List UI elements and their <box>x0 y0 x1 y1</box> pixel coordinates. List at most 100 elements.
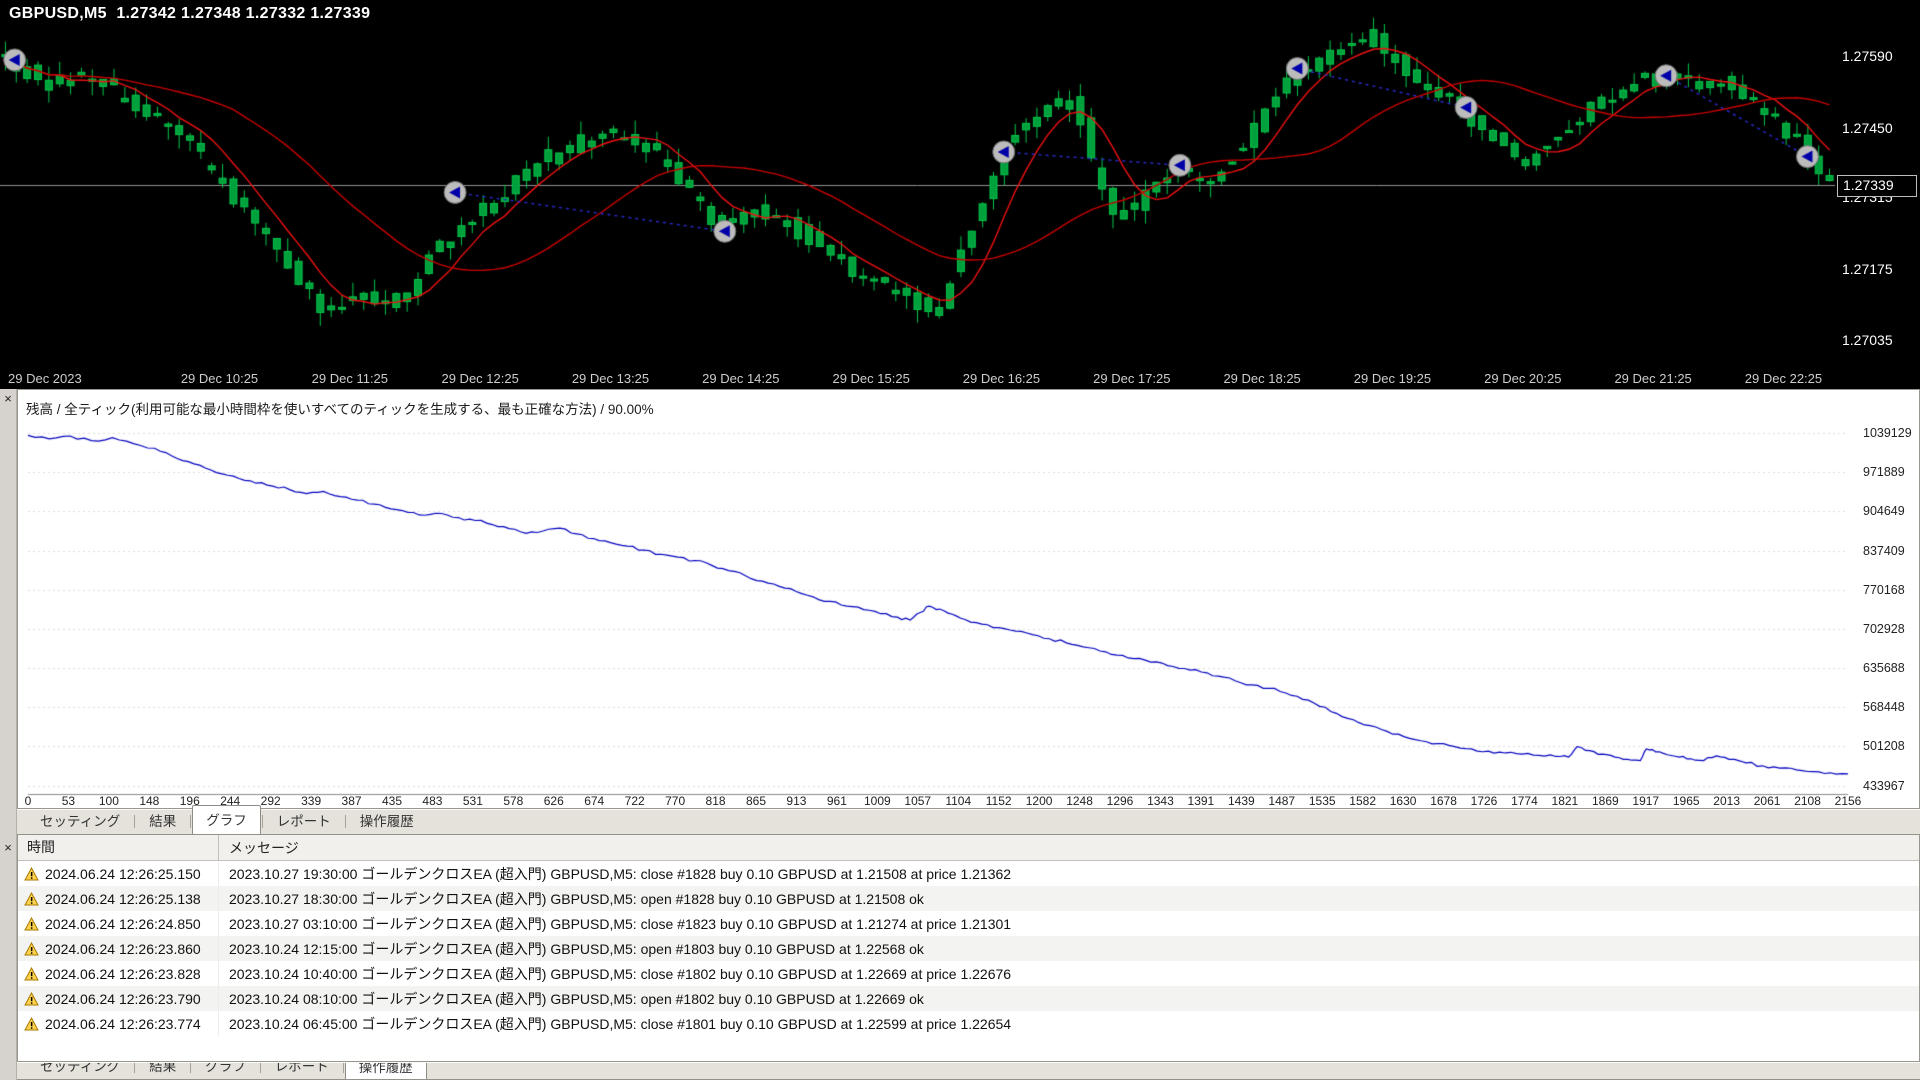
price-axis-label: 1.27450 <box>1842 120 1893 136</box>
balance-y-axis-label: 904649 <box>1863 504 1920 518</box>
balance-graph-title: 残高 / 全ティック(利用可能な最小時間枠を使いすべてのティックを生成する、最も… <box>26 398 654 418</box>
balance-x-axis-label: 1200 <box>1026 794 1053 808</box>
balance-y-axis-label: 770168 <box>1863 583 1920 597</box>
balance-x-axis-label: 53 <box>62 794 75 808</box>
journal-time: 2024.06.24 12:26:23.828 <box>45 966 201 982</box>
journal-time: 2024.06.24 12:26:23.860 <box>45 941 201 957</box>
warning-icon <box>24 917 39 931</box>
time-axis-label: 29 Dec 19:25 <box>1354 371 1431 386</box>
time-axis-label: 29 Dec 15:25 <box>832 371 909 386</box>
balance-x-axis-label: 2013 <box>1713 794 1740 808</box>
tab-settings[interactable]: セッティング <box>27 1062 133 1079</box>
time-axis-label: 29 Dec 14:25 <box>702 371 779 386</box>
tab-separator <box>262 815 263 828</box>
warning-icon <box>24 892 39 906</box>
tester-tabbar-graph: セッティング結果グラフレポート操作履歴 <box>17 809 1920 835</box>
tab-report[interactable]: レポート <box>262 1062 342 1079</box>
balance-x-axis-label: 1487 <box>1268 794 1295 808</box>
balance-x-axis-label: 148 <box>139 794 159 808</box>
time-axis-label: 29 Dec 11:25 <box>312 371 388 386</box>
balance-x-axis-label: 913 <box>786 794 806 808</box>
warning-icon <box>24 967 39 981</box>
balance-x-axis-label: 1726 <box>1471 794 1498 808</box>
tab-settings[interactable]: セッティング <box>27 807 133 834</box>
journal-row[interactable]: 2024.06.24 12:26:23.828 2023.10.24 10:40… <box>18 961 1919 986</box>
balance-x-axis-label: 100 <box>99 794 119 808</box>
journal-panel: 時間 メッセージ 2024.06.24 12:26:25.150 2023.10… <box>17 835 1920 1062</box>
close-graph-panel-button[interactable]: × <box>1 392 15 406</box>
balance-y-axis-label: 501208 <box>1863 739 1920 753</box>
tab-separator <box>190 1062 191 1073</box>
price-axis[interactable]: 1.27339 1.275901.274501.273151.271751.27… <box>1835 0 1920 368</box>
balance-x-axis-label: 1774 <box>1511 794 1538 808</box>
time-axis-label: 29 Dec 10:25 <box>181 371 258 386</box>
tab-graph[interactable]: グラフ <box>192 1062 259 1079</box>
journal-message: 2023.10.27 03:10:00 ゴールデンクロスEA (超入門) GBP… <box>219 914 1919 934</box>
balance-x-axis-label: 961 <box>827 794 847 808</box>
balance-x-axis-label: 770 <box>665 794 685 808</box>
balance-x-axis-label: 292 <box>261 794 281 808</box>
balance-x-axis-label: 578 <box>503 794 523 808</box>
journal-rows: 2024.06.24 12:26:25.150 2023.10.27 19:30… <box>18 861 1919 1036</box>
journal-header: 時間 メッセージ <box>18 835 1919 861</box>
journal-row[interactable]: 2024.06.24 12:26:24.850 2023.10.27 03:10… <box>18 911 1919 936</box>
price-axis-label: 1.27590 <box>1842 48 1893 64</box>
price-chart-canvas[interactable] <box>0 0 1835 368</box>
balance-x-axis-label: 339 <box>301 794 321 808</box>
balance-x-axis-label: 1057 <box>904 794 931 808</box>
balance-x-axis-label: 387 <box>342 794 362 808</box>
warning-icon <box>24 942 39 956</box>
tab-results[interactable]: 結果 <box>136 807 189 834</box>
time-axis-label: 29 Dec 22:25 <box>1745 371 1822 386</box>
journal-message: 2023.10.27 18:30:00 ゴールデンクロスEA (超入門) GBP… <box>219 889 1919 909</box>
balance-x-axis-label: 1104 <box>945 794 971 808</box>
balance-x-axis-label: 1296 <box>1107 794 1134 808</box>
journal-time: 2024.06.24 12:26:25.138 <box>45 891 201 907</box>
time-axis-label: 29 Dec 16:25 <box>963 371 1040 386</box>
balance-x-axis-label: 2156 <box>1835 794 1862 808</box>
tab-separator <box>134 815 135 828</box>
balance-x-axis-label: 1248 <box>1066 794 1093 808</box>
balance-x-axis-label: 1821 <box>1552 794 1579 808</box>
tester-tabbar-journal: セッティング結果グラフレポート操作履歴 <box>17 1062 1920 1080</box>
tab-separator <box>345 815 346 828</box>
tab-report[interactable]: レポート <box>264 807 344 834</box>
balance-x-axis-label: 1630 <box>1390 794 1417 808</box>
journal-column-message[interactable]: メッセージ <box>219 838 299 858</box>
balance-x-axis-label: 722 <box>625 794 645 808</box>
time-axis-label: 29 Dec 12:25 <box>441 371 518 386</box>
time-axis-label: 29 Dec 21:25 <box>1614 371 1691 386</box>
balance-y-axis-label: 635688 <box>1863 661 1920 675</box>
tab-journal[interactable]: 操作履歴 <box>347 807 427 834</box>
balance-x-axis-label: 1343 <box>1147 794 1174 808</box>
journal-row[interactable]: 2024.06.24 12:26:23.790 2023.10.24 08:10… <box>18 986 1919 1011</box>
journal-row[interactable]: 2024.06.24 12:26:25.138 2023.10.27 18:30… <box>18 886 1919 911</box>
close-journal-panel-button[interactable]: × <box>1 841 15 855</box>
journal-row[interactable]: 2024.06.24 12:26:23.774 2023.10.24 06:45… <box>18 1011 1919 1036</box>
tab-separator <box>134 1062 135 1073</box>
journal-time: 2024.06.24 12:26:25.150 <box>45 866 201 882</box>
balance-graph-panel: 残高 / 全ティック(利用可能な最小時間枠を使いすべてのティックを生成する、最も… <box>17 389 1920 809</box>
balance-x-axis-label: 1152 <box>986 794 1012 808</box>
journal-message: 2023.10.24 06:45:00 ゴールデンクロスEA (超入門) GBP… <box>219 1014 1919 1034</box>
journal-column-time[interactable]: 時間 <box>18 835 219 860</box>
journal-message: 2023.10.24 12:15:00 ゴールデンクロスEA (超入門) GBP… <box>219 939 1919 959</box>
balance-graph-canvas[interactable] <box>18 390 1919 808</box>
tab-separator <box>190 815 191 828</box>
tab-graph[interactable]: グラフ <box>192 805 261 834</box>
journal-row[interactable]: 2024.06.24 12:26:25.150 2023.10.27 19:30… <box>18 861 1919 886</box>
warning-icon <box>24 1017 39 1031</box>
balance-x-axis-label: 483 <box>422 794 442 808</box>
journal-time: 2024.06.24 12:26:24.850 <box>45 916 201 932</box>
journal-row[interactable]: 2024.06.24 12:26:23.860 2023.10.24 12:15… <box>18 936 1919 961</box>
balance-x-axis-label: 1582 <box>1349 794 1376 808</box>
balance-x-axis-label: 626 <box>544 794 564 808</box>
balance-x-axis-label: 1678 <box>1430 794 1457 808</box>
time-axis[interactable]: 29 Dec 202329 Dec 10:2529 Dec 11:2529 De… <box>0 368 1920 389</box>
tab-results[interactable]: 結果 <box>136 1062 189 1079</box>
balance-y-axis-label: 1039129 <box>1863 426 1920 440</box>
balance-y-axis-label: 433967 <box>1863 779 1920 793</box>
tab-journal[interactable]: 操作履歴 <box>345 1062 427 1079</box>
time-axis-label: 29 Dec 20:25 <box>1484 371 1561 386</box>
balance-x-axis-label: 818 <box>706 794 726 808</box>
